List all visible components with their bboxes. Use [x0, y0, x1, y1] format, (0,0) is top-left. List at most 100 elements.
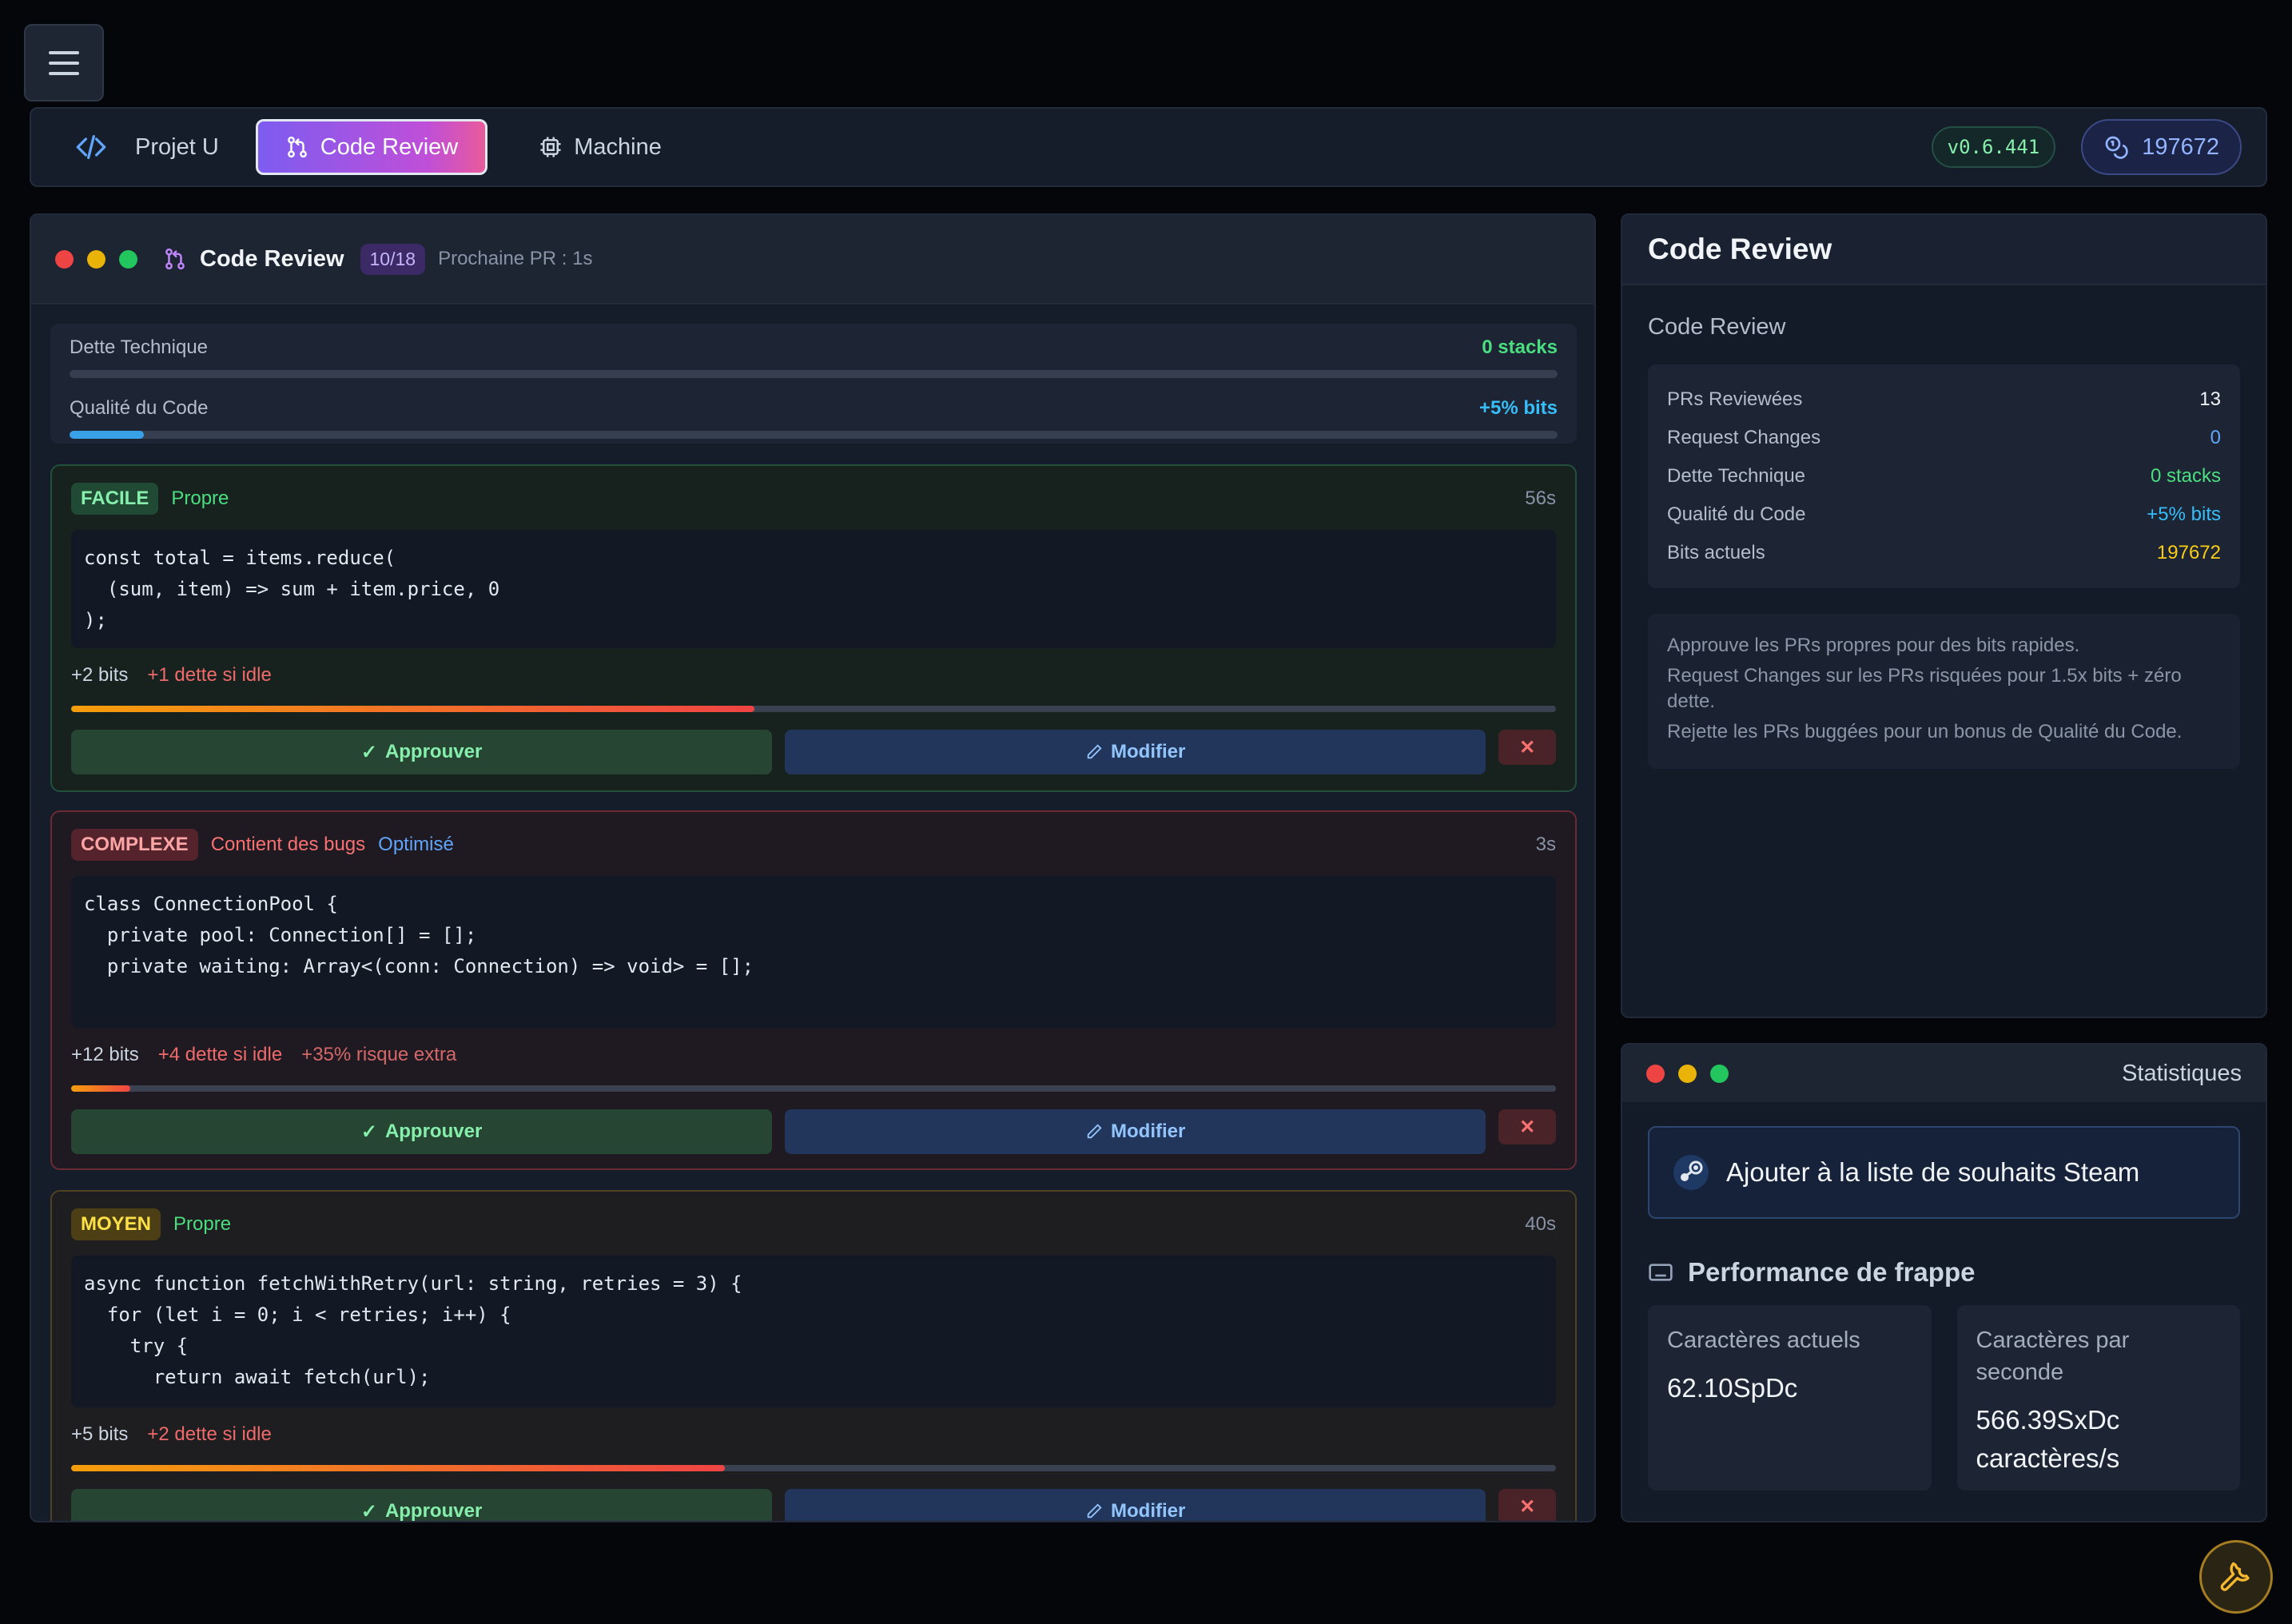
pr-time: 40s [1525, 1213, 1556, 1235]
tab-machine[interactable]: Machine [511, 120, 689, 174]
pr-timer-bar [71, 1465, 1556, 1471]
minimize-window-dot[interactable] [1678, 1064, 1697, 1083]
coins-icon [2105, 136, 2128, 159]
window-title: Statistiques [2122, 1060, 2242, 1086]
git-pull-request-icon [287, 136, 307, 158]
reject-button[interactable]: ✕ [1498, 1109, 1557, 1144]
meters-panel: Dette Technique 0 stacks Qualité du Code… [50, 324, 1577, 444]
stat-row: Request Changes 0 [1667, 427, 2221, 448]
approve-button[interactable]: ✓ Approuver [71, 1489, 773, 1522]
debt-meter [70, 370, 1558, 378]
bits-counter[interactable]: 197672 [2081, 119, 2242, 175]
pr-label: Optimisé [378, 834, 454, 855]
pr-label: Contient des bugs [210, 834, 366, 855]
close-window-dot[interactable] [55, 249, 74, 269]
check-icon: ✓ [360, 1120, 377, 1143]
pr-reward: +12 bits [71, 1044, 139, 1065]
window-title: Code Review [200, 245, 344, 272]
pencil-icon [1087, 1503, 1102, 1519]
keyboard-icon [1649, 1264, 1673, 1281]
window-header: Statistiques [1622, 1045, 2266, 1102]
current-chars-card: Caractères actuels 62.10SpDc [1648, 1305, 1932, 1491]
pencil-icon [1087, 744, 1102, 759]
pr-time: 3s [1535, 834, 1556, 855]
modify-button[interactable]: Modifier [785, 1489, 1486, 1521]
window-header: Code Review 10/18 Prochaine PR : 1s [31, 215, 1594, 304]
tab-code-review[interactable]: Code Review [255, 119, 488, 175]
quality-meter [70, 431, 1558, 439]
pr-reward: +5 bits [71, 1423, 129, 1445]
modify-button[interactable]: Modifier [785, 1109, 1486, 1154]
panel-subtitle: Code Review [1648, 314, 1786, 340]
quality-meter-fill [70, 431, 145, 439]
help-text: Approuve les PRs propres pour des bits r… [1648, 614, 2240, 769]
stat-row: Dette Technique 0 stacks [1667, 465, 2221, 487]
code-snippet: class ConnectionPool { private pool: Con… [71, 876, 1556, 1028]
difficulty-badge: FACILE [71, 483, 159, 515]
maximize-window-dot[interactable] [119, 249, 137, 269]
pr-extra: +35% risque extra [301, 1044, 457, 1065]
steam-icon [1673, 1155, 1709, 1190]
chars-per-second-card: Caractères par seconde 566.39SxDc caract… [1956, 1305, 2240, 1491]
pencil-icon [1087, 1124, 1102, 1139]
pr-timer-fill [71, 1465, 725, 1471]
pr-label: Propre [173, 1213, 232, 1235]
git-pull-request-icon [165, 248, 185, 270]
stat-row: Qualité du Code +5% bits [1667, 504, 2221, 525]
close-icon: ✕ [1519, 736, 1536, 758]
top-navigation-bar: Projet U Code Review Machine v0.6.441 19… [30, 107, 2267, 187]
pr-timer-fill [71, 706, 754, 712]
typing-performance-title: Performance de frappe [1648, 1257, 2240, 1288]
close-window-dot[interactable] [1646, 1064, 1665, 1083]
reject-button[interactable]: ✕ [1498, 730, 1557, 765]
stat-row: PRs Reviewées 13 [1667, 388, 2221, 410]
pr-card: FACILE Propre 56s const total = items.re… [50, 464, 1577, 792]
pr-reward: +2 bits [71, 664, 129, 686]
approve-button[interactable]: ✓ Approuver [71, 730, 773, 774]
window-controls [55, 249, 137, 269]
project-label[interactable]: Projet U [135, 120, 219, 174]
pr-count-badge: 10/18 [360, 243, 426, 275]
pr-timer-bar [71, 1085, 1556, 1092]
settings-wrench-button[interactable] [2199, 1540, 2273, 1614]
quality-value: +5% bits [1478, 397, 1558, 419]
quality-label: Qualité du Code [70, 397, 209, 419]
stats-list: PRs Reviewées 13 Request Changes 0 Dette T… [1648, 364, 2240, 588]
approve-button[interactable]: ✓ Approuver [71, 1109, 773, 1154]
modify-button[interactable]: Modifier [785, 730, 1486, 774]
difficulty-badge: MOYEN [71, 1208, 161, 1240]
statistics-window: Statistiques Ajouter à la liste de souha… [1621, 1043, 2267, 1522]
hamburger-icon [49, 50, 79, 54]
pr-time: 56s [1525, 488, 1556, 509]
code-snippet: async function fetchWithRetry(url: strin… [71, 1256, 1556, 1407]
steam-wishlist-button[interactable]: Ajouter à la liste de souhaits Steam [1648, 1126, 2240, 1219]
debt-value: 0 stacks [1482, 336, 1558, 358]
pr-timer-bar [71, 706, 1556, 712]
pr-label: Propre [171, 488, 229, 509]
pr-timer-fill [71, 1085, 131, 1092]
pr-extra: +4 dette si idle [157, 1044, 283, 1065]
cpu-chip-icon [540, 137, 561, 157]
debt-label: Dette Technique [70, 336, 209, 358]
code-brackets-icon[interactable] [71, 127, 111, 167]
maximize-window-dot[interactable] [1710, 1064, 1729, 1083]
check-icon: ✓ [360, 1500, 377, 1522]
minimize-window-dot[interactable] [87, 249, 105, 269]
reject-button[interactable]: ✕ [1498, 1489, 1557, 1521]
pr-card: MOYEN Propre 40s async function fetchWit… [50, 1190, 1577, 1522]
code-review-window: Code Review 10/18 Prochaine PR : 1s Dett… [30, 213, 1596, 1522]
stat-row: Bits actuels 197672 [1667, 542, 2221, 563]
pr-card: COMPLEXE Contient des bugs Optimisé 3s c… [50, 810, 1577, 1170]
code-review-info-panel: Code Review Code Review PRs Reviewées 13 … [1621, 213, 2267, 1018]
pr-extra: +1 dette si idle [147, 664, 272, 686]
pr-extra: +2 dette si idle [147, 1423, 272, 1445]
next-pr-timer: Prochaine PR : 1s [438, 248, 593, 269]
code-snippet: const total = items.reduce( (sum, item) … [71, 530, 1556, 648]
difficulty-badge: COMPLEXE [71, 829, 198, 861]
wrench-icon [2220, 1562, 2250, 1591]
panel-title: Code Review [1622, 215, 2266, 285]
close-icon: ✕ [1519, 1116, 1536, 1138]
window-controls [1646, 1064, 1729, 1083]
version-badge: v0.6.441 [1931, 126, 2056, 168]
menu-button[interactable] [24, 24, 104, 102]
